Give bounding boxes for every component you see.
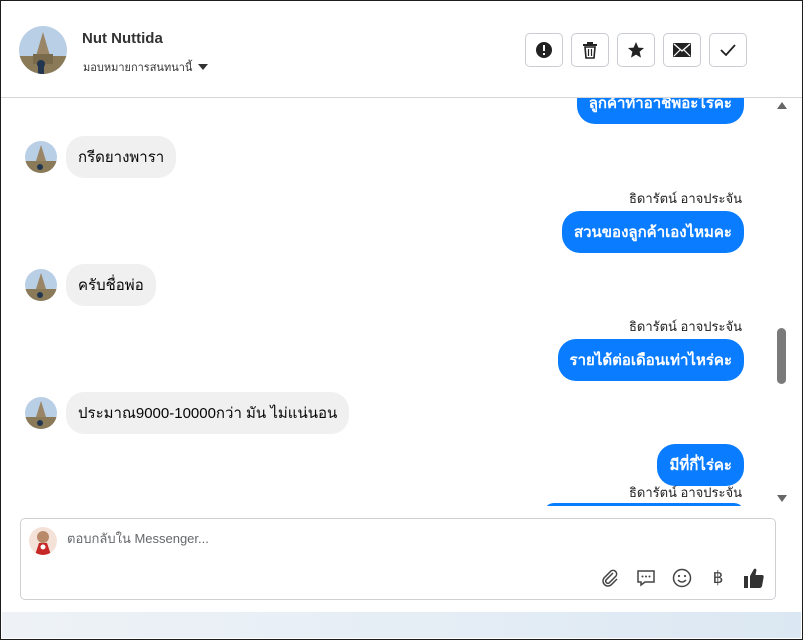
outgoing-message: สวนของลูกค้าเองไหมคะ [561, 211, 744, 253]
message-thread[interactable]: ลูกค้าทำอาชีพอะไรคะ กรีดยางพารา ธิดารัตน… [1, 98, 771, 506]
outgoing-message: มีที่กี่ไร่คะ [657, 444, 744, 486]
emoji-icon [672, 568, 692, 588]
incoming-message-row: กรีดยางพารา [25, 136, 177, 178]
assign-conversation-dropdown[interactable]: มอบหมายการสนทนานี้ [83, 58, 209, 76]
page-avatar [29, 527, 57, 555]
assign-label: มอบหมายการสนทนานี้ [83, 62, 193, 74]
sender-name: ธิดารัตน์ อาจประจัน [628, 485, 742, 500]
paperclip-icon [602, 569, 618, 587]
scroll-up-arrow[interactable] [777, 102, 787, 109]
composer-tools: ฿ [599, 567, 765, 589]
check-icon [720, 44, 736, 56]
thumbs-up-icon [744, 568, 764, 588]
incoming-message: กรีดยางพารา [66, 136, 177, 178]
envelope-icon [673, 43, 691, 57]
delete-button[interactable] [571, 33, 609, 67]
like-button[interactable] [743, 567, 765, 589]
contact-avatar-small[interactable] [25, 269, 57, 301]
incoming-message-row: ประมาณ9000-10000กว่า มัน ไม่แน่นอน [25, 392, 350, 434]
emoji-button[interactable] [671, 567, 693, 589]
outgoing-message: ลูกค้าทำอาชีพอะไรคะ [576, 98, 744, 124]
outgoing-message: รายได้ต่อเดือนเท่าไหร่คะ [557, 339, 744, 381]
mark-spam-button[interactable] [525, 33, 563, 67]
scrollbar-thumb[interactable] [777, 328, 786, 384]
mark-done-button[interactable] [709, 33, 747, 67]
speech-bubble-icon [637, 570, 655, 587]
incoming-message: ประมาณ9000-10000กว่า มัน ไม่แน่นอน [66, 392, 350, 434]
sender-name: ธิดารัตน์ อาจประจัน [628, 319, 742, 334]
alert-icon [536, 42, 552, 58]
attach-button[interactable] [599, 567, 621, 589]
contact-name[interactable]: Nut Nuttida [82, 30, 163, 47]
incoming-message: ครับชื่อพ่อ [66, 264, 156, 306]
contact-avatar[interactable] [19, 26, 67, 74]
contact-avatar-small[interactable] [25, 141, 57, 173]
trash-icon [583, 42, 597, 59]
baht-icon: ฿ [712, 568, 724, 587]
header-actions [525, 33, 747, 67]
message-scrollbar[interactable] [774, 98, 790, 506]
reply-input[interactable] [67, 531, 707, 546]
star-button[interactable] [617, 33, 655, 67]
sender-name: ธิดารัตน์ อาจประจัน [628, 191, 742, 206]
outgoing-message-partial [544, 503, 744, 506]
reply-composer: ฿ [20, 518, 776, 600]
incoming-message-row: ครับชื่อพ่อ [25, 264, 156, 306]
scroll-down-arrow[interactable] [777, 495, 787, 502]
contact-avatar-small[interactable] [25, 397, 57, 429]
conversation-header: Nut Nuttida มอบหมายการสนทนานี้ [1, 1, 802, 98]
caret-down-icon [198, 64, 209, 70]
window-bottom-strip [2, 612, 801, 638]
payment-button[interactable]: ฿ [707, 567, 729, 589]
mark-unread-button[interactable] [663, 33, 701, 67]
star-icon [628, 42, 644, 58]
saved-replies-button[interactable] [635, 567, 657, 589]
messenger-window: Nut Nuttida มอบหมายการสนทนานี้ ลูกค้าทำอ… [0, 0, 803, 640]
